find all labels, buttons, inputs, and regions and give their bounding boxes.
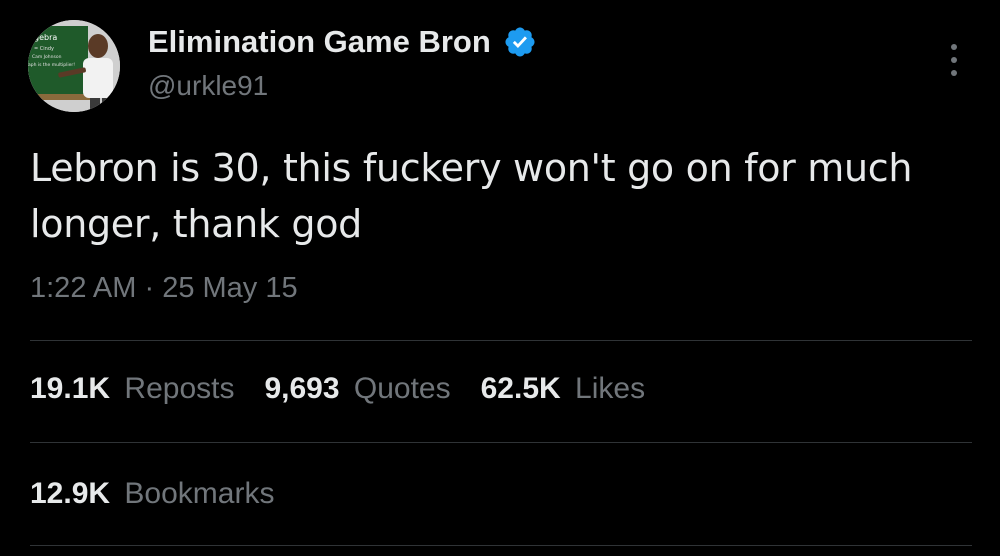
tweet-date: 25 May 15 [162, 272, 298, 304]
svg-text:Cam Johnson: Cam Johnson [32, 54, 62, 60]
svg-text:aph is the multiplier!: aph is the multiplier! [28, 62, 75, 68]
tweet-time: 1:22 AM [30, 272, 137, 304]
likes-label: Likes [575, 372, 646, 405]
bookmarks-stat[interactable]: 12.9K Bookmarks [30, 477, 274, 511]
avatar[interactable]: gebra = Cindy Cam Johnson aph is the mul… [28, 20, 120, 112]
svg-text:= Cindy: = Cindy [34, 46, 54, 52]
reposts-label: Reposts [124, 372, 235, 405]
svg-text:gebra: gebra [34, 33, 57, 42]
quotes-label: Quotes [353, 372, 451, 405]
reposts-count: 19.1K [30, 372, 111, 405]
quotes-count: 9,693 [264, 372, 340, 405]
author-name-row: Elimination Game Bron [148, 22, 537, 62]
verified-badge-icon[interactable] [503, 25, 537, 59]
likes-stat[interactable]: 62.5K Likes [481, 372, 645, 406]
tweet-timestamp[interactable]: 1:22 AM · 25 May 15 [30, 272, 298, 305]
avatar-image: gebra = Cindy Cam Johnson aph is the mul… [28, 20, 120, 112]
dot [951, 44, 957, 50]
more-dots-vertical-icon[interactable] [940, 40, 968, 80]
divider [30, 545, 972, 546]
meta-separator: · [144, 272, 155, 304]
dot [951, 70, 957, 76]
bookmarks-label: Bookmarks [124, 477, 275, 510]
quotes-stat[interactable]: 9,693 Quotes [264, 372, 450, 406]
divider [30, 442, 972, 443]
author-handle[interactable]: @urkle91 [148, 70, 268, 102]
likes-count: 62.5K [480, 372, 561, 405]
divider [30, 340, 972, 341]
author-display-name[interactable]: Elimination Game Bron [148, 24, 491, 60]
bookmarks-count: 12.9K [30, 477, 111, 510]
dot [951, 57, 957, 63]
tweet-text: Lebron is 30, this fuckery won't go on f… [30, 146, 913, 246]
engagement-stats: 19.1K Reposts 9,693 Quotes 62.5K Likes [30, 372, 675, 406]
reposts-stat[interactable]: 19.1K Reposts [30, 372, 234, 406]
tweet-card: gebra = Cindy Cam Johnson aph is the mul… [0, 0, 1000, 556]
